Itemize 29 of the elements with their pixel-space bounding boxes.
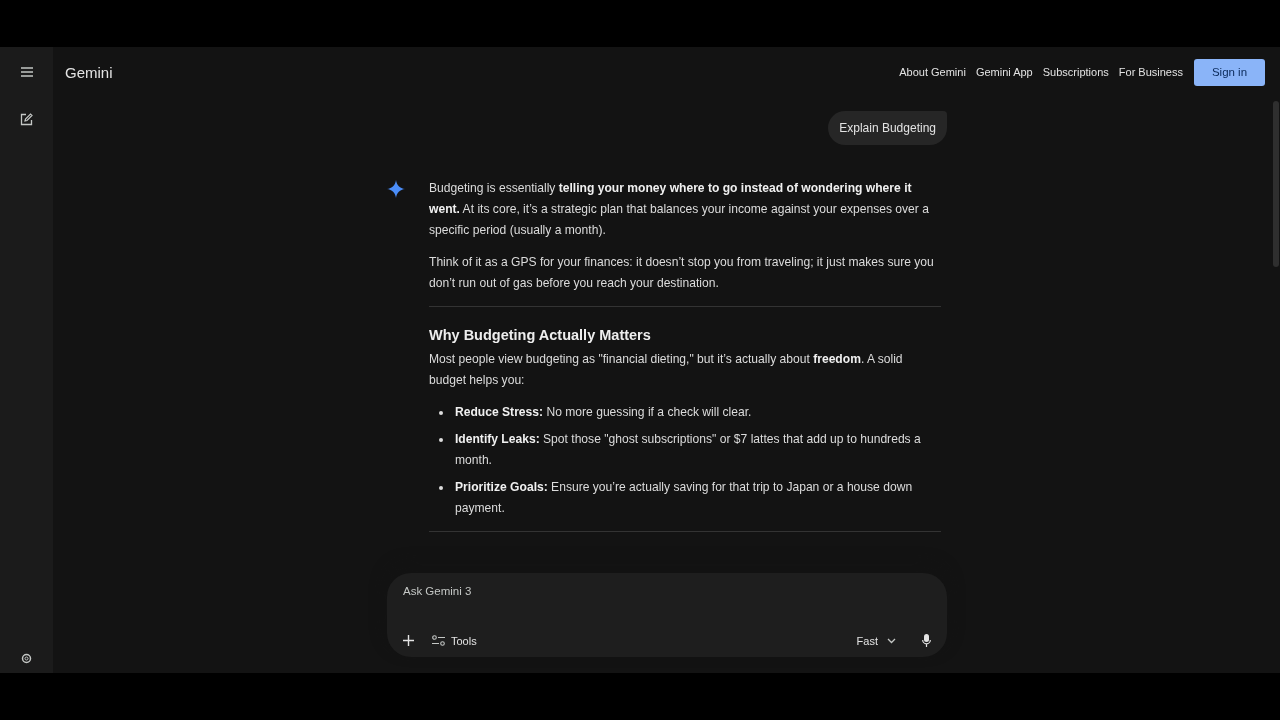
nav-link[interactable]: Gemini App xyxy=(975,66,1033,78)
scrollbar-thumb[interactable] xyxy=(1273,101,1279,267)
settings-icon[interactable] xyxy=(20,652,33,665)
sign-in-button[interactable]: Sign in xyxy=(1194,58,1265,86)
nav-link[interactable]: For Business xyxy=(1118,66,1183,78)
paragraph: Budgeting is essentially telling your money where to go instead of wondering where it went. At its core, it’s a strategic plan that balances your income against your expenses over a specific period (usually a month). xyxy=(429,180,930,239)
nav-link[interactable]: Subscriptions xyxy=(1042,66,1109,78)
microphone-icon[interactable] xyxy=(922,634,931,647)
caret-icon xyxy=(887,637,896,644)
prompt-box[interactable]: Ask Gemini 3 Tools Fast xyxy=(387,573,947,657)
sparkle-icon xyxy=(387,180,405,198)
tools-button[interactable]: Tools xyxy=(432,634,477,647)
paragraph: Think of it as a GPS for your finances: it doesn’t stop you from traveling; it just makes sure you don’t run out of gas before you reach your destination. xyxy=(429,254,935,292)
bullet-icon xyxy=(439,438,443,442)
add-icon[interactable] xyxy=(403,635,414,646)
menu-icon[interactable] xyxy=(20,67,33,77)
bullet-icon xyxy=(439,486,443,490)
user-message: Explain Budgeting xyxy=(828,111,947,145)
bullet-icon xyxy=(439,411,443,415)
list-item: Reduce Stress: No more guessing if a check will clear. xyxy=(455,404,752,421)
section-heading: Why Budgeting Actually Matters xyxy=(429,327,652,343)
list-item: Prioritize Goals: Ensure you’re actually saving for that trip to Japan or a house down payment. xyxy=(455,479,914,517)
model-dropdown[interactable]: Fast xyxy=(856,634,896,647)
new-chat-icon[interactable] xyxy=(20,113,33,126)
list-item: Identify Leaks: Spot those "ghost subscriptions" or $7 lattes that add up to hundreds a month. xyxy=(455,431,922,469)
sliders-icon xyxy=(432,635,445,646)
app-title[interactable]: Gemini xyxy=(65,63,113,81)
nav-link[interactable]: About Gemini xyxy=(899,66,966,78)
paragraph: Most people view budgeting as "financial dieting," but it’s actually about freedom. A solid budget helps you: xyxy=(429,351,904,389)
